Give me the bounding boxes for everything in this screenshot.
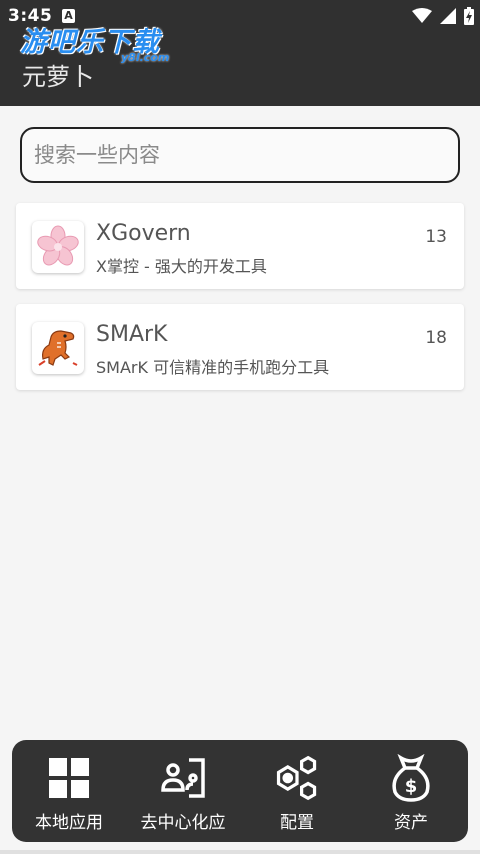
grid-icon (45, 754, 93, 802)
nav-item-assets[interactable]: $ 资产 (354, 740, 468, 842)
nav-label: 本地应用 (35, 813, 103, 833)
status-icons (412, 7, 474, 25)
page-title: 元萝卜 (22, 63, 94, 91)
system-nav-divider (0, 850, 480, 854)
wifi-icon (412, 8, 432, 23)
hexagon-settings-icon (273, 754, 321, 802)
nav-label: 资产 (394, 813, 428, 833)
dinosaur-icon (32, 322, 84, 374)
battery-icon (464, 7, 474, 25)
app-count: 13 (425, 227, 447, 247)
decentralized-icon (159, 754, 207, 802)
app-name: SMArK (96, 322, 168, 347)
bottom-navigation: 本地应用 去中心化应 配置 $ 资产 (12, 740, 468, 842)
nav-item-decentralized[interactable]: 去中心化应 (126, 740, 240, 842)
search-input[interactable] (34, 143, 458, 167)
search-box[interactable] (20, 127, 460, 183)
money-bag-icon: $ (387, 754, 435, 802)
nav-item-settings[interactable]: 配置 (240, 740, 354, 842)
app-description: X掌控 - 强大的开发工具 (96, 257, 267, 276)
app-name: XGovern (96, 221, 191, 246)
nav-label: 配置 (280, 813, 314, 833)
app-card-smark[interactable]: SMArK SMArK 可信精准的手机跑分工具 18 (16, 304, 464, 390)
app-count: 18 (425, 328, 447, 348)
nav-label: 去中心化应 (140, 813, 226, 833)
signal-icon (440, 8, 456, 24)
svg-text:$: $ (405, 776, 418, 797)
watermark-domain: y8l.com (121, 51, 170, 64)
app-description: SMArK 可信精准的手机跑分工具 (96, 358, 330, 377)
sakura-icon (32, 221, 84, 273)
nav-item-local-apps[interactable]: 本地应用 (12, 740, 126, 842)
app-card-xgovern[interactable]: XGovern X掌控 - 强大的开发工具 13 (16, 203, 464, 289)
app-bar: 3:45 A 游吧乐下载 y8l.com 元萝卜 (0, 0, 480, 106)
